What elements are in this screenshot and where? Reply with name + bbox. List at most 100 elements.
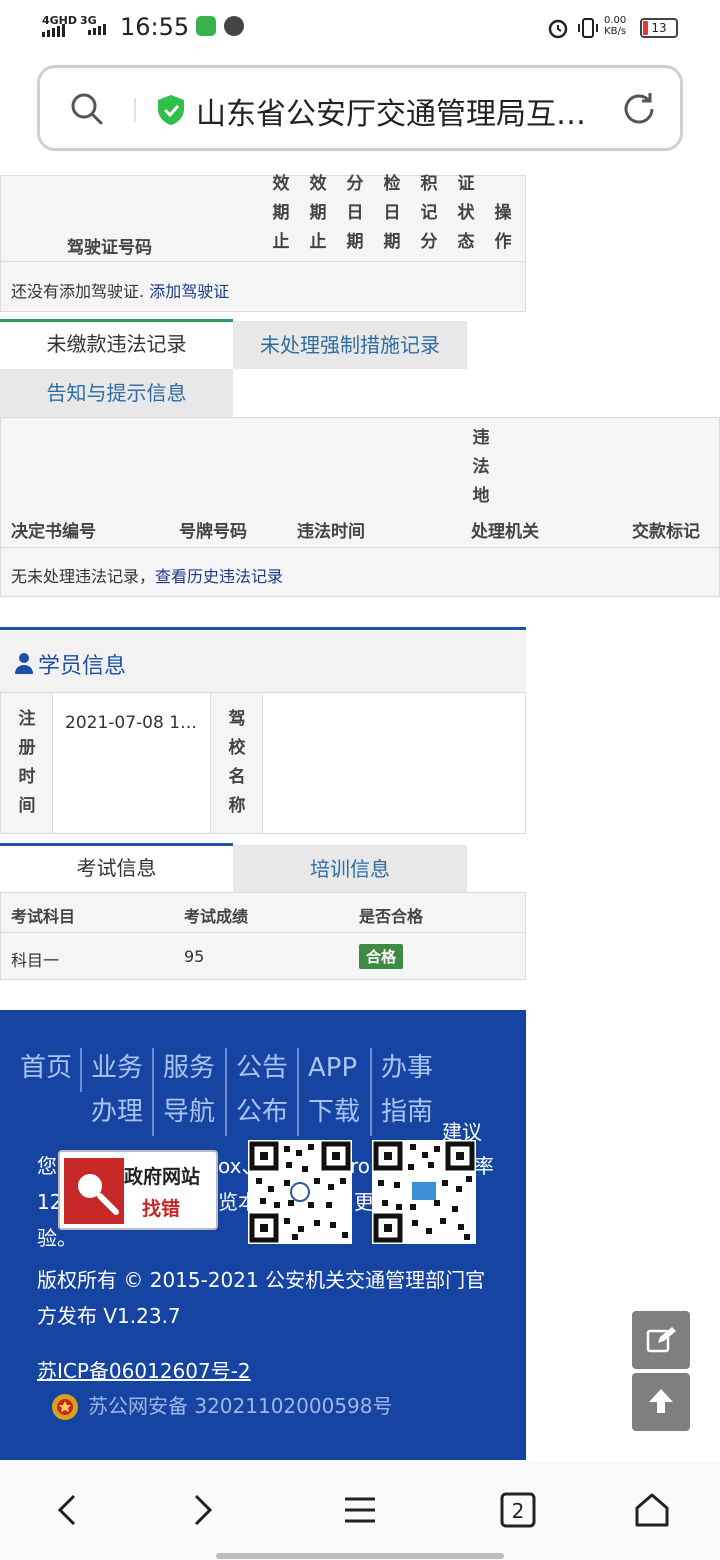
footer-nav-notice-2[interactable]: 公布 (236, 1090, 288, 1134)
school-name-label: 驾 校 名 称 (228, 709, 246, 816)
footer-nav-app[interactable]: APP (308, 1046, 357, 1090)
col-action: 操作 (494, 203, 512, 252)
col-check-date: 检日期 (383, 174, 401, 252)
violation-empty-row: 无未处理违法记录，查看历史违法记录 (11, 567, 284, 586)
copyright-text: 版权所有 © 2015-2021 公安机关交通管理部门官方发布 V1.23.7 (37, 1268, 486, 1328)
police-emblem-icon (52, 1394, 78, 1420)
person-icon (15, 653, 33, 674)
browser-notice-text: 率 (474, 1154, 494, 1178)
footer-nav-service[interactable]: 服务 (163, 1046, 215, 1090)
license-empty-row: 还没有添加驾驶证. 添加驾驶证 (11, 282, 230, 301)
browser-notice-text: ro (350, 1154, 371, 1178)
magnifier-icon (64, 1158, 124, 1224)
svg-text:2: 2 (512, 1499, 525, 1523)
menu-icon[interactable] (340, 1490, 380, 1530)
reg-time-label-cell: 注 册 时 间 (1, 693, 53, 833)
icp-link[interactable]: 苏ICP备06012607号-2 (37, 1353, 251, 1389)
tabs-icon[interactable]: 2 (498, 1490, 538, 1530)
student-info-header: 学员信息 (0, 627, 526, 693)
pass-badge: 合格 (359, 944, 404, 969)
col-valid-end-2: 效期止 (309, 174, 327, 252)
tab-unpaid-violations[interactable]: 未缴款违法记录 (0, 319, 233, 367)
signal-icon-2 (88, 24, 106, 35)
footer-nav-business-2[interactable]: 办理 (91, 1090, 143, 1134)
report-badge-subtitle: 找错 (142, 1198, 181, 1220)
footer-nav-business[interactable]: 业务 (91, 1046, 143, 1090)
footer-nav-app-2[interactable]: 下载 (308, 1090, 360, 1134)
col-decision-no: 决定书编号 (11, 522, 96, 542)
edit-icon (646, 1327, 676, 1353)
col-handling-authority: 处理机关 (471, 522, 539, 542)
gesture-bar (216, 1553, 504, 1559)
col-exam-subject: 考试科目 (11, 907, 76, 926)
footer-nav-home[interactable]: 首页 (20, 1046, 72, 1090)
qr-code-app (248, 1140, 352, 1244)
tab-training-info[interactable]: 培训信息 (233, 845, 467, 893)
address-bar[interactable]: 山东省公安厅交通管理局互… (37, 65, 683, 151)
add-license-link[interactable]: 添加驾驶证 (149, 282, 229, 301)
exam-subject-cell: 科目一 (11, 951, 60, 970)
signal-icon-1 (42, 24, 65, 37)
forward-icon[interactable] (182, 1490, 222, 1530)
reg-time-label: 注 册 时 间 (18, 709, 36, 816)
license-table: 驾驶证号码 效期止 效期止 分日期 检日期 积记分 证状态 操作 还没有添加驾驶… (0, 174, 526, 312)
secure-shield-icon (158, 95, 184, 125)
exam-table: 考试科目 考试成绩 是否合格 科目一 95 合格 (0, 892, 526, 980)
col-violation-time: 违法时间 (297, 522, 365, 542)
police-record-link[interactable]: 苏公网安备 32021102000598号 (88, 1388, 393, 1424)
home-icon[interactable] (632, 1490, 672, 1530)
footer-nav-service-2[interactable]: 导航 (163, 1090, 215, 1134)
report-badge-title: 政府网站 (124, 1166, 201, 1188)
gov-site-report-badge[interactable]: 政府网站 找错 (58, 1150, 218, 1230)
school-label-cell: 驾 校 名 称 (210, 693, 263, 833)
arrow-up-icon (649, 1389, 673, 1413)
compass-notification-icon (224, 16, 244, 36)
col-valid-end-1: 效期止 (272, 174, 290, 252)
app-notification-icon (196, 16, 216, 36)
nav-separator (297, 1048, 299, 1136)
tab-enforcement-records[interactable]: 未处理强制措施记录 (233, 321, 467, 369)
reg-time-value: 2021-07-08 1… (65, 713, 198, 733)
alarm-icon (548, 19, 568, 39)
col-status: 证状态 (457, 174, 475, 252)
reload-icon[interactable] (620, 90, 658, 128)
search-icon[interactable] (70, 92, 104, 126)
nav-separator (152, 1048, 154, 1136)
feedback-button[interactable] (632, 1311, 690, 1369)
col-exam-score: 考试成绩 (184, 907, 249, 926)
col-points: 积记分 (420, 174, 438, 252)
history-violations-link[interactable]: 查看历史违法记录 (155, 567, 283, 586)
nav-separator (370, 1048, 372, 1136)
col-payment-flag: 交款标记 (632, 522, 700, 542)
violation-table: 决定书编号 号牌号码 违法时间 违 法 地 处理机关 交款标记 无未处理违法记录… (0, 417, 720, 597)
col-violation-place: 违 法 地 (472, 428, 490, 506)
back-icon[interactable] (48, 1490, 88, 1530)
exam-table-header (1, 893, 525, 933)
status-bar: 4GHD 3G 16:55 0.00 KB/s 13 (0, 0, 720, 58)
browser-notice-text: 您 (37, 1154, 57, 1178)
student-info-title: 学员信息 (38, 654, 127, 679)
browser-bottom-nav: 2 (0, 1462, 720, 1560)
clock: 16:55 (120, 13, 190, 41)
back-to-top-button[interactable] (632, 1373, 690, 1431)
tab-exam-info[interactable]: 考试信息 (0, 843, 233, 891)
col-plate-no: 号牌号码 (179, 522, 247, 542)
footer-nav-notice[interactable]: 公告 (236, 1046, 288, 1090)
url-text[interactable]: 山东省公安厅交通管理局互… (196, 89, 596, 133)
footer-nav-guide[interactable]: 办事 (381, 1046, 433, 1090)
network-speed: 0.00 KB/s (604, 15, 627, 37)
browser-notice-text: 更 (354, 1190, 374, 1214)
col-exam-pass: 是否合格 (359, 907, 424, 926)
address-divider (134, 98, 136, 122)
site-footer: 首页 业务 办理 服务 导航 公告 公布 APP 下载 办事 指南 建议 您 o… (0, 1010, 526, 1460)
vibrate-icon (578, 18, 598, 38)
nav-separator (80, 1048, 82, 1092)
footer-nav-guide-2[interactable]: 指南 (381, 1090, 433, 1134)
student-info-table: 注 册 时 间 2021-07-08 1… 驾 校 名 称 (0, 692, 526, 834)
battery-icon: 13 (640, 18, 678, 38)
exam-score-cell: 95 (184, 947, 205, 966)
nav-separator (225, 1048, 227, 1136)
qr-code-wechat (372, 1140, 476, 1244)
tab-notices[interactable]: 告知与提示信息 (0, 369, 233, 417)
col-license-no: 驾驶证号码 (67, 238, 152, 258)
